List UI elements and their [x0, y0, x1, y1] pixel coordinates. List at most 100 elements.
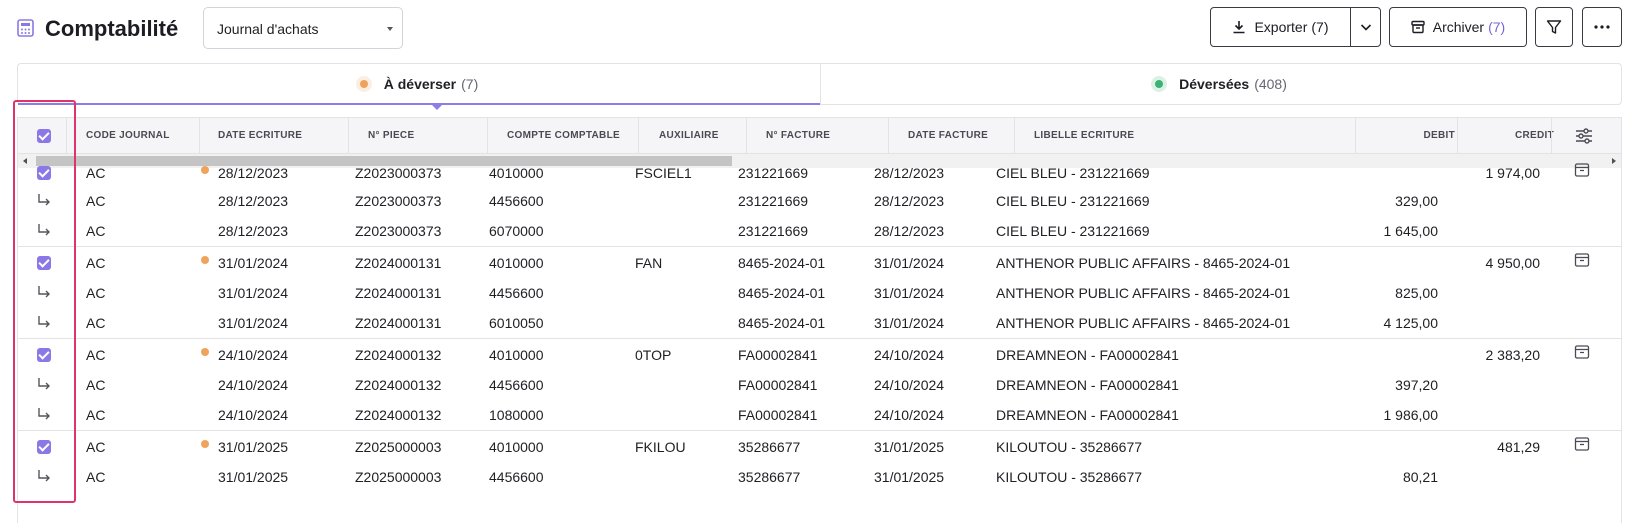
cell-credit: 4 950,00 — [1485, 255, 1541, 271]
cell-code-journal: AC — [86, 285, 106, 301]
table-sub-row[interactable]: AC 24/10/2024 Z2024000132 4456600 FA00002841… — [18, 370, 1621, 401]
table-row[interactable]: AC 31/01/2024 Z2024000131 4010000 FAN 8465-20… — [18, 248, 1621, 279]
cell-n-piece: Z2025000003 — [355, 439, 442, 455]
cell-date-ecriture: 31/01/2024 — [218, 285, 289, 301]
cell-libelle-ecriture: CIEL BLEU - 231221669 — [996, 223, 1150, 239]
cell-code-journal: AC — [86, 193, 106, 209]
table-sub-row[interactable]: AC 31/01/2024 Z2024000131 6010050 8465-2024-… — [18, 308, 1621, 339]
cell-n-piece: Z2023000373 — [355, 193, 442, 209]
cell-code-journal: AC — [86, 165, 106, 181]
col-code-journal[interactable]: CODE JOURNAL — [86, 118, 170, 154]
entries-table: CODE JOURNAL DATE ECRITURE N° PIECE COMP… — [17, 117, 1622, 523]
cell-libelle-ecriture: ANTHENOR PUBLIC AFFAIRS - 8465-2024-01 — [996, 255, 1291, 271]
select-all-checkbox[interactable] — [37, 129, 51, 143]
col-debit[interactable]: DEBIT — [1355, 118, 1455, 154]
archive-row-icon[interactable] — [1574, 436, 1590, 452]
row-checkbox[interactable] — [37, 256, 51, 270]
cell-n-facture: 231221669 — [738, 223, 809, 239]
row-checkbox[interactable] — [37, 348, 51, 362]
archive-row-icon[interactable] — [1574, 344, 1590, 360]
export-label: Exporter — [1254, 19, 1308, 35]
cell-n-piece: Z2024000132 — [355, 407, 442, 423]
tab-count: (408) — [1254, 76, 1287, 92]
col-n-piece[interactable]: N° PIECE — [368, 118, 414, 154]
tab-deversees[interactable]: Déversées (408) — [821, 64, 1621, 104]
cell-compte-comptable: 6070000 — [489, 223, 544, 239]
cell-compte-comptable: 4010000 — [489, 255, 544, 271]
table-header: CODE JOURNAL DATE ECRITURE N° PIECE COMP… — [18, 118, 1621, 154]
pending-status-dot-icon — [201, 256, 209, 264]
cell-compte-comptable: 4010000 — [489, 347, 544, 363]
col-date-facture[interactable]: DATE FACTURE — [908, 118, 988, 154]
export-options-button[interactable] — [1350, 7, 1381, 47]
archive-row-icon[interactable] — [1574, 252, 1590, 268]
journal-select[interactable]: Journal d'achats — [203, 7, 403, 49]
cell-debit: 1 986,00 — [1383, 407, 1439, 423]
cell-compte-comptable: 1080000 — [489, 407, 544, 423]
cell-debit: 80,21 — [1402, 469, 1438, 485]
column-settings-icon[interactable] — [1575, 128, 1593, 144]
tab-a-deverser[interactable]: À déverser (7) — [18, 64, 821, 110]
cell-debit: 329,00 — [1395, 193, 1438, 209]
pending-status-dot-icon — [201, 440, 209, 448]
table-sub-row[interactable]: AC 24/10/2024 Z2024000132 1080000 FA00002841… — [18, 400, 1621, 431]
cell-libelle-ecriture: KILOUTOU - 35286677 — [996, 439, 1143, 455]
cell-debit — [1355, 248, 1438, 279]
cell-n-piece: Z2024000132 — [355, 347, 442, 363]
cell-code-journal: AC — [86, 347, 106, 363]
col-credit[interactable]: CREDIT — [1457, 118, 1554, 154]
filter-icon — [1546, 20, 1562, 34]
cell-libelle-ecriture: ANTHENOR PUBLIC AFFAIRS - 8465-2024-01 — [996, 315, 1291, 331]
row-checkbox[interactable] — [37, 440, 51, 454]
more-icon — [1594, 25, 1610, 29]
cell-n-piece: Z2023000373 — [355, 223, 442, 239]
col-date-ecriture[interactable]: DATE ECRITURE — [218, 118, 302, 154]
table-row[interactable]: AC 31/01/2025 Z2025000003 4010000 FKILOU 3528… — [18, 432, 1621, 463]
table-row[interactable]: AC 24/10/2024 Z2024000132 4010000 0TOP FA0000… — [18, 340, 1621, 371]
table-sub-row[interactable]: AC 28/12/2023 Z2023000373 6070000 231221669 2… — [18, 216, 1621, 247]
cell-date-facture: 28/12/2023 — [874, 165, 945, 181]
archive-button[interactable]: Archiver (7) — [1389, 7, 1527, 47]
cell-date-ecriture: 24/10/2024 — [218, 377, 289, 393]
table-sub-row[interactable]: AC 31/01/2024 Z2024000131 4456600 8465-2024-… — [18, 278, 1621, 309]
col-compte-comptable[interactable]: COMPTE COMPTABLE — [507, 118, 620, 154]
col-libelle-ecriture[interactable]: LIBELLE ECRITURE — [1034, 118, 1134, 154]
archive-row-icon[interactable] — [1574, 162, 1590, 178]
cell-n-facture: 8465-2024-01 — [738, 255, 826, 271]
col-auxiliaire[interactable]: AUXILIAIRE — [659, 118, 719, 154]
cell-debit: 4 125,00 — [1383, 315, 1439, 331]
archive-label: Archiver — [1432, 19, 1485, 35]
cell-credit — [1457, 308, 1540, 339]
cell-date-ecriture: 28/12/2023 — [218, 165, 289, 181]
cell-date-ecriture: 28/12/2023 — [218, 193, 289, 209]
tab-label: Déversées — [1179, 76, 1250, 92]
chevron-down-icon — [1360, 24, 1371, 31]
table-sub-row[interactable]: AC 28/12/2023 Z2023000373 4456600 231221669 2… — [18, 186, 1621, 217]
export-button[interactable]: Exporter (7) — [1210, 7, 1351, 47]
cell-date-facture: 31/01/2024 — [874, 315, 945, 331]
cell-credit — [1457, 186, 1540, 217]
cell-libelle-ecriture: DREAMNEON - FA00002841 — [996, 347, 1179, 363]
cell-date-facture: 24/10/2024 — [874, 377, 945, 393]
cell-n-piece: Z2024000132 — [355, 377, 442, 393]
cell-n-facture: 8465-2024-01 — [738, 285, 826, 301]
cell-libelle-ecriture: CIEL BLEU - 231221669 — [996, 193, 1150, 209]
table-row[interactable]: AC 28/12/2023 Z2023000373 4010000 FSCIEL1 231… — [18, 158, 1621, 189]
cell-debit: 397,20 — [1395, 377, 1438, 393]
cell-libelle-ecriture: ANTHENOR PUBLIC AFFAIRS - 8465-2024-01 — [996, 285, 1291, 301]
cell-date-facture: 31/01/2024 — [874, 285, 945, 301]
row-checkbox[interactable] — [37, 166, 51, 180]
col-n-facture[interactable]: N° FACTURE — [766, 118, 830, 154]
cell-date-ecriture: 31/01/2025 — [218, 439, 289, 455]
cell-n-piece: Z2023000373 — [355, 165, 442, 181]
cell-auxiliaire: FSCIEL1 — [635, 165, 692, 181]
cell-n-piece: Z2024000131 — [355, 255, 442, 271]
more-button[interactable] — [1582, 7, 1622, 47]
filter-button[interactable] — [1535, 7, 1573, 47]
cell-compte-comptable: 4456600 — [489, 285, 544, 301]
table-sub-row[interactable]: AC 31/01/2025 Z2025000003 4456600 35286677 31… — [18, 462, 1621, 493]
page-header: Comptabilité Journal d'achats Exporter (… — [0, 0, 1632, 58]
tab-label: À déverser — [383, 76, 457, 92]
tab-count: (7) — [461, 76, 479, 92]
cell-date-ecriture: 31/01/2024 — [218, 255, 289, 271]
